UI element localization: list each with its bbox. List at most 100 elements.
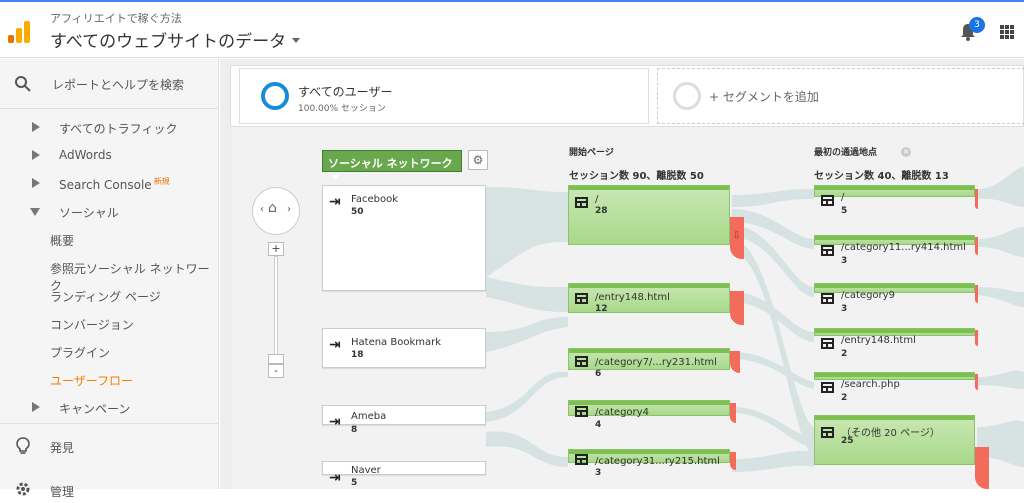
dropoff-bar[interactable] — [730, 291, 744, 325]
sidebar-item-label: 概要 — [50, 234, 75, 248]
sidebar-item-label: キャンペーン — [59, 402, 131, 416]
page-layout-icon — [821, 338, 834, 349]
sidebar-item-admin[interactable]: 管理 — [0, 477, 219, 503]
sidebar-item-plugins[interactable]: プラグイン — [0, 338, 219, 364]
flow-canvas[interactable]: ‹ ⌂ › + - ソーシャル ネットワーク ⚙ ⇥ Facebook 50 ⇥… — [232, 127, 1024, 489]
first-page-node[interactable]: /entry148.html 2 — [814, 328, 975, 359]
page-layout-icon — [575, 406, 588, 417]
chevron-down-icon — [331, 175, 339, 180]
zoom-slider-handle[interactable] — [268, 354, 284, 364]
source-node-hatena[interactable]: ⇥ Hatena Bookmark 18 — [322, 328, 486, 368]
page-count: 4 — [595, 420, 602, 430]
sidebar-item-label: すべてのトラフィック — [59, 122, 178, 136]
entry-arrow-icon: ⇥ — [329, 194, 341, 210]
start-page-node[interactable]: /category4 4 — [568, 400, 730, 430]
first-interaction-header: 最初の通過地点 ✕ セッション数 40、離脱数 13 — [814, 145, 949, 182]
sidebar-item-label: 発見 — [50, 441, 75, 455]
expand-arrow-icon — [32, 402, 40, 412]
dropoff-bar[interactable] — [975, 189, 978, 209]
zoom-out-button[interactable]: - — [268, 364, 284, 378]
new-badge: 新規 — [153, 177, 170, 186]
entry-arrow-icon: ⇥ — [329, 414, 341, 430]
zoom-slider-track[interactable] — [274, 256, 278, 364]
sidebar-item-discover[interactable]: 発見 — [0, 433, 219, 459]
column-summary: セッション数 40、離脱数 13 — [814, 171, 949, 182]
segment-all-users[interactable]: すべてのユーザー 100.00% セッション — [239, 68, 649, 124]
page-layout-icon — [575, 454, 588, 465]
segment-bar: すべてのユーザー 100.00% セッション + セグメントを追加 — [230, 65, 1024, 127]
page-layout-icon — [821, 427, 834, 438]
sidebar-item-all-traffic[interactable]: すべてのトラフィック — [0, 114, 219, 140]
dropoff-bar[interactable] — [975, 285, 978, 303]
expand-arrow-icon — [32, 122, 40, 132]
gear-icon — [16, 482, 30, 496]
sidebar-item-network-referrals[interactable]: 参照元ソーシャル ネットワーク — [0, 254, 219, 293]
pan-right-icon[interactable]: › — [287, 204, 291, 215]
page-name: /category9 — [841, 290, 895, 301]
sidebar-item-search-console[interactable]: Search Console 新規 — [0, 170, 219, 196]
dropoff-bar[interactable] — [975, 447, 989, 489]
sidebar-item-users-flow[interactable]: ユーザーフロー — [0, 366, 219, 392]
source-node-facebook[interactable]: ⇥ Facebook 50 — [322, 185, 486, 291]
source-name: Ameba — [351, 411, 387, 422]
add-segment-label: + セグメントを追加 — [709, 90, 819, 104]
sidebar: レポートとヘルプを検索 すべてのトラフィック AdWords Search Co… — [0, 59, 219, 499]
source-name: Facebook — [351, 194, 398, 205]
dropoff-bar[interactable] — [975, 374, 978, 390]
source-node-ameba[interactable]: ⇥ Ameba 8 — [322, 405, 486, 435]
analytics-logo-icon[interactable] — [8, 19, 32, 43]
source-node-naver[interactable]: ⇥ Naver 5 — [322, 461, 486, 488]
page-count: 3 — [595, 468, 602, 478]
property-selector[interactable]: すべてのウェブサイトのデータ — [50, 27, 301, 52]
dropoff-bar[interactable] — [975, 237, 978, 255]
segment-title: すべてのユーザー — [298, 85, 393, 99]
chevron-down-icon — [292, 38, 301, 43]
source-count: 18 — [351, 350, 364, 360]
first-page-node[interactable]: / 5 — [814, 185, 975, 216]
dimension-selector[interactable]: ソーシャル ネットワーク — [322, 150, 462, 180]
close-icon[interactable]: ✕ — [901, 147, 912, 157]
dropoff-bar[interactable] — [730, 452, 736, 470]
dropoff-arrow-icon: ⇩ — [732, 229, 742, 242]
apps-grid-icon[interactable] — [1000, 25, 1014, 39]
dropoff-bar[interactable] — [975, 330, 978, 346]
page-count: 12 — [595, 304, 608, 314]
page-layout-icon — [821, 195, 834, 206]
sidebar-item-social[interactable]: ソーシャル — [0, 198, 219, 224]
entry-arrow-icon: ⇥ — [329, 470, 341, 486]
column-title: 開始ページ — [569, 148, 614, 158]
dropoff-bar[interactable] — [730, 403, 736, 423]
first-page-node-others[interactable]: （その他 20 ページ） 25 — [814, 415, 975, 465]
start-page-node[interactable]: /entry148.html 12 — [568, 283, 730, 314]
search-icon — [15, 76, 31, 92]
source-name: Hatena Bookmark — [351, 337, 442, 348]
zoom-in-button[interactable]: + — [268, 242, 284, 256]
sidebar-search[interactable]: レポートとヘルプを検索 — [0, 59, 219, 109]
page-count: 3 — [841, 304, 848, 314]
first-page-node[interactable]: /category9 3 — [814, 283, 975, 314]
notification-badge: 3 — [969, 17, 985, 33]
sidebar-item-adwords[interactable]: AdWords — [0, 142, 219, 168]
page-count: 2 — [841, 349, 848, 359]
source-count: 8 — [351, 425, 358, 435]
expand-arrow-icon — [32, 150, 40, 160]
first-page-node[interactable]: /category11...ry414.html 3 — [814, 235, 975, 266]
start-page-node[interactable]: / 28 — [568, 185, 730, 245]
page-name: （その他 20 ページ） — [841, 428, 940, 439]
add-segment-button[interactable]: + セグメントを追加 — [657, 68, 1024, 124]
sidebar-item-label: Search Console — [59, 178, 152, 192]
start-page-node[interactable]: /category31...ry215.html 3 — [568, 449, 730, 478]
page-count: 6 — [595, 369, 602, 379]
sidebar-item-landing-pages[interactable]: ランディング ページ — [0, 282, 219, 308]
sidebar-item-conversions[interactable]: コンバージョン — [0, 310, 219, 336]
sidebar-item-overview[interactable]: 概要 — [0, 226, 219, 252]
first-page-node[interactable]: /search.php 2 — [814, 372, 975, 403]
settings-gear-button[interactable]: ⚙ — [468, 150, 488, 170]
pan-left-icon[interactable]: ‹ — [260, 204, 264, 215]
pan-control[interactable]: ‹ ⌂ › — [252, 187, 300, 235]
source-name: Naver — [351, 465, 381, 476]
home-icon[interactable]: ⌂ — [268, 200, 277, 216]
sidebar-item-campaigns[interactable]: キャンペーン — [0, 394, 219, 420]
start-page-node[interactable]: /category7/...ry231.html 6 — [568, 348, 730, 379]
account-name[interactable]: アフィリエイトで稼ぐ方法 — [50, 10, 182, 26]
